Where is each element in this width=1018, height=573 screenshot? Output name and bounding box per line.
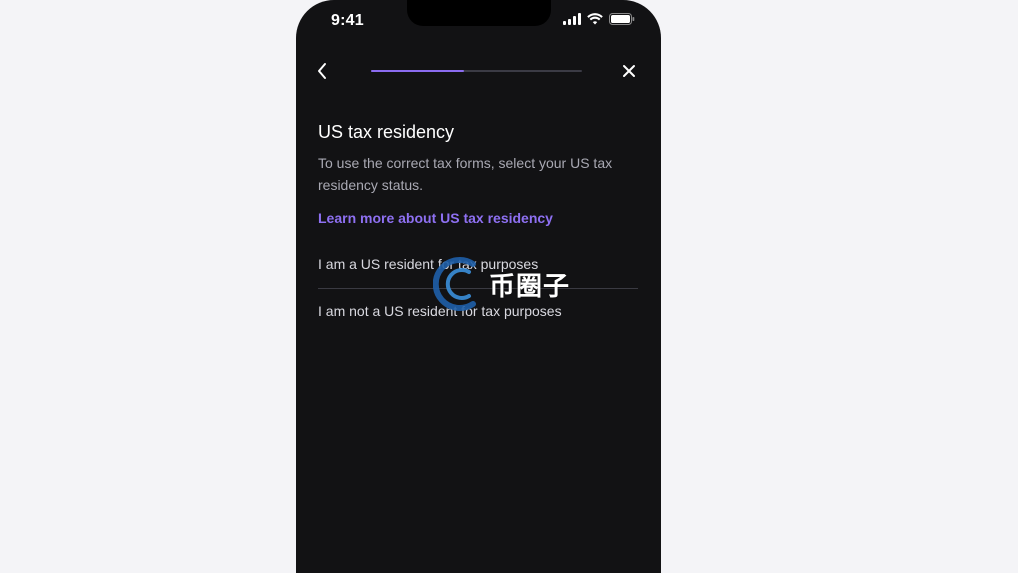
option-not-us-resident[interactable]: I am not a US resident for tax purposes xyxy=(318,289,640,335)
page-subtitle: To use the correct tax forms, select you… xyxy=(318,155,613,193)
main-content: US tax residency To use the correct tax … xyxy=(318,120,640,335)
residency-options: I am a US resident for tax purposes I am… xyxy=(318,254,640,335)
phone-screen: 9:41 US tax residency To use the correct… xyxy=(296,0,661,573)
chevron-left-icon xyxy=(318,63,326,79)
signal-icon xyxy=(563,13,581,25)
page-title: US tax residency xyxy=(318,122,455,142)
progress-bar xyxy=(371,70,582,72)
page-background: 9:41 US tax residency To use the correct… xyxy=(0,0,1018,573)
back-button[interactable] xyxy=(312,58,332,84)
status-time: 9:41 xyxy=(331,12,364,29)
status-icons xyxy=(563,13,635,25)
close-button[interactable] xyxy=(619,58,639,84)
battery-icon xyxy=(609,13,635,25)
progress-fill xyxy=(371,70,464,72)
wifi-icon xyxy=(587,13,603,25)
learn-more-link[interactable]: Learn more about US tax residency xyxy=(318,210,553,226)
close-icon xyxy=(623,65,635,77)
top-nav xyxy=(296,58,661,84)
option-us-resident[interactable]: I am a US resident for tax purposes xyxy=(318,254,640,288)
phone-notch xyxy=(407,0,551,26)
